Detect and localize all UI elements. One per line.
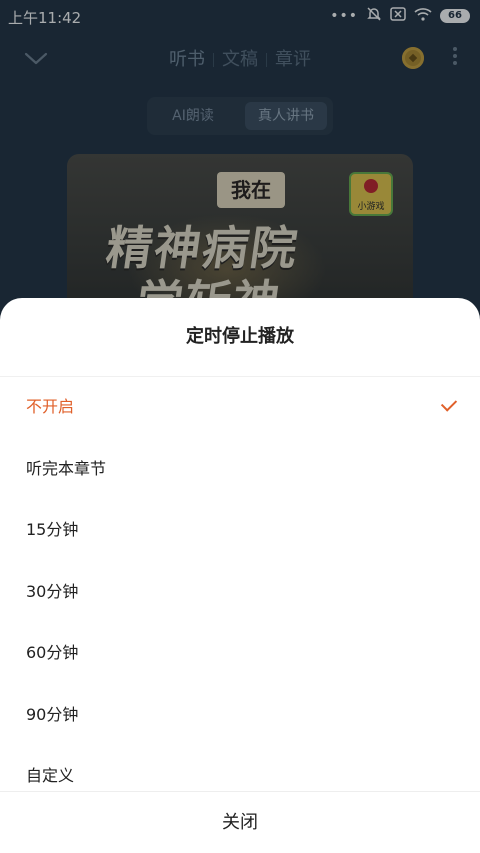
checkmark-icon bbox=[440, 395, 458, 412]
timer-option-label: 不开启 bbox=[26, 397, 75, 416]
timer-option-end-of-chapter[interactable]: 听完本章节 bbox=[0, 438, 480, 500]
timer-option-90min[interactable]: 90分钟 bbox=[0, 684, 480, 746]
timer-option-label: 听完本章节 bbox=[26, 458, 107, 478]
timer-option-30min[interactable]: 30分钟 bbox=[0, 561, 480, 623]
timer-option-60min[interactable]: 60分钟 bbox=[0, 622, 480, 684]
sheet-title: 定时停止播放 bbox=[0, 298, 480, 377]
timer-option-label: 15分钟 bbox=[26, 520, 79, 539]
timer-option-15min[interactable]: 15分钟 bbox=[0, 499, 480, 561]
close-button[interactable]: 关闭 bbox=[0, 791, 480, 853]
timer-option-label: 30分钟 bbox=[26, 581, 79, 601]
timer-option-off[interactable]: 不开启 bbox=[0, 376, 480, 438]
sleep-timer-sheet: 定时停止播放 不开启 听完本章节 15分钟 30分钟 60分钟 90分钟 自定义… bbox=[0, 298, 480, 853]
timer-options-list: 不开启 听完本章节 15分钟 30分钟 60分钟 90分钟 自定义 bbox=[0, 376, 480, 807]
timer-option-label: 60分钟 bbox=[26, 643, 79, 662]
timer-option-label: 自定义 bbox=[26, 766, 75, 785]
timer-option-label: 90分钟 bbox=[26, 704, 79, 724]
